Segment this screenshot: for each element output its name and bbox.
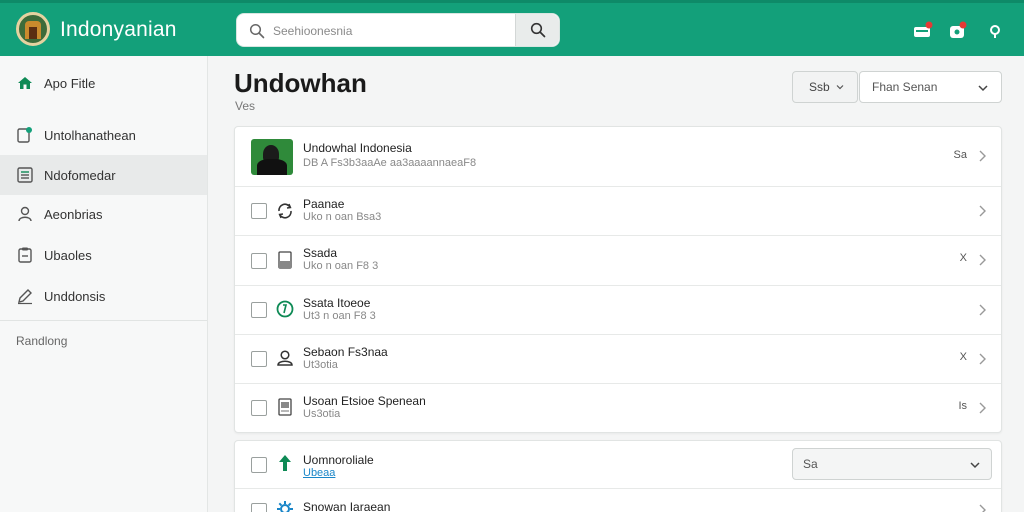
sidebar-item-edit[interactable]: Unddonsis [0, 276, 207, 316]
row-meta: X [959, 252, 967, 264]
row-title: Paanae [303, 197, 345, 211]
row-checkbox[interactable] [251, 253, 267, 269]
list-item[interactable]: Uomnoroliale Ubeaa Sa [235, 441, 1001, 489]
row-subtitle: Ut3 n oan F8 3 [303, 310, 376, 322]
file-icon [278, 398, 292, 416]
settings-button[interactable] [984, 20, 1006, 42]
sidebar-item-label: Untolhanathean [44, 127, 136, 143]
sidebar: Apo Fitle Untolhanathean Ndofomedar Aeon… [0, 56, 208, 512]
row-title: Ssada [303, 246, 338, 260]
document-icon [278, 251, 292, 269]
filter-select[interactable]: Fhan Senan [859, 71, 1002, 103]
search-bar [236, 13, 560, 47]
row-title: Usoan Etsioe Spenean [303, 394, 426, 408]
document-edit-icon [17, 127, 32, 143]
chevron-right-icon[interactable] [977, 303, 987, 317]
sort-label: Ssb [809, 80, 830, 94]
chevron-down-icon [836, 85, 844, 90]
refresh-icon [278, 203, 292, 219]
user-icon [18, 206, 32, 222]
page-title: Undowhan [234, 68, 367, 98]
sidebar-divider [0, 320, 207, 321]
page-subtitle: Ves [235, 99, 256, 113]
sidebar-item-documents[interactable]: Untolhanathean [0, 115, 207, 155]
row-title: Undowhal Indonesia [303, 141, 412, 155]
row-subtitle: Uko n oan Bsa3 [303, 211, 382, 223]
app-logo[interactable] [16, 12, 50, 46]
notifications-button[interactable] [912, 20, 934, 42]
chevron-right-icon[interactable] [977, 204, 987, 218]
row-subtitle: Uko n oan F8 3 [303, 260, 379, 272]
list-card: Undowhal Indonesia DB A Fs3b3aaAe aa3aaa… [234, 126, 1002, 433]
sidebar-item-users[interactable]: Aeonbrias [0, 194, 207, 234]
arrow-up-icon [279, 455, 291, 471]
top-bar: Indonyanian [0, 0, 1024, 56]
row-meta: Is [958, 400, 967, 412]
apps-button[interactable] [947, 20, 969, 42]
list-item[interactable]: Sebaon Fs3naa Ut3otia X [235, 335, 1001, 384]
row-meta: X [959, 351, 967, 363]
list-card-secondary: Uomnoroliale Ubeaa Sa Snowan Iaraean [234, 440, 1002, 512]
box-icon [950, 21, 967, 38]
row-checkbox[interactable] [251, 400, 267, 416]
chevron-right-icon[interactable] [977, 352, 987, 366]
inbox-icon [914, 21, 933, 37]
sort-dropdown[interactable]: Ssb [792, 71, 858, 103]
row-checkbox[interactable] [251, 457, 267, 473]
row-title: Sebaon Fs3naa [303, 345, 388, 359]
chevron-right-icon[interactable] [977, 253, 987, 267]
row-title: Uomnoroliale [303, 453, 374, 467]
gear-icon [277, 501, 293, 512]
row-checkbox[interactable] [251, 503, 267, 512]
list-item[interactable]: Ssada Uko n oan F8 3 X [235, 236, 1001, 286]
sidebar-item-label: Ndofomedar [44, 167, 116, 183]
sidebar-item-label: Ubaoles [44, 247, 92, 263]
list-icon [17, 167, 33, 183]
row-title: Snowan Iaraean [303, 500, 391, 512]
list-item-featured[interactable]: Undowhal Indonesia DB A Fs3b3aaAe aa3aaa… [235, 127, 1001, 187]
list-item[interactable]: Usoan Etsioe Spenean Us3otia Is [235, 384, 1001, 433]
search-input[interactable] [273, 20, 509, 42]
row-title: Ssata Itoeoe [303, 296, 371, 310]
sidebar-item-clipboard[interactable]: Ubaoles [0, 235, 207, 275]
row-subtitle: Ut3otia [303, 359, 338, 371]
person-icon [277, 350, 293, 366]
sidebar-item-list[interactable]: Ndofomedar [0, 155, 207, 195]
chevron-down-icon [978, 85, 988, 92]
row-subtitle: DB A Fs3b3aaAe aa3aaaannaeaF8 [303, 157, 477, 169]
chevron-right-icon[interactable] [977, 149, 987, 163]
ring-icon [990, 25, 1000, 38]
sidebar-item-label: Aeonbrias [44, 206, 103, 222]
chevron-right-icon[interactable] [977, 401, 987, 415]
row-select-label: Sa [803, 457, 818, 471]
sidebar-item-label: Apo Fitle [44, 75, 96, 91]
search-icon [530, 22, 545, 38]
row-select[interactable]: Sa [792, 448, 992, 480]
list-item[interactable]: Snowan Iaraean [235, 489, 1001, 512]
clock-icon [276, 300, 294, 318]
sidebar-section-label: Randlong [16, 334, 68, 348]
sidebar-item-label: Unddonsis [44, 288, 106, 304]
chevron-right-icon[interactable] [977, 503, 987, 512]
row-checkbox[interactable] [251, 302, 267, 318]
search-icon [249, 23, 265, 39]
sidebar-item-home[interactable]: Apo Fitle [0, 63, 207, 103]
row-checkbox[interactable] [251, 203, 267, 219]
list-item[interactable]: Paanae Uko n oan Bsa3 [235, 187, 1001, 236]
list-item[interactable]: Ssata Itoeoe Ut3 n oan F8 3 [235, 286, 1001, 335]
filter-label: Fhan Senan [872, 80, 938, 94]
row-subtitle: Us3otia [303, 408, 341, 420]
chevron-down-icon [970, 462, 980, 469]
clipboard-icon [18, 247, 32, 263]
search-button[interactable] [515, 14, 559, 46]
row-checkbox[interactable] [251, 351, 267, 367]
edit-icon [18, 289, 32, 305]
home-icon [18, 77, 32, 89]
row-meta: Sa [953, 149, 967, 161]
app-title: Indonyanian [60, 18, 177, 41]
thumbnail-image [251, 139, 293, 175]
row-link[interactable]: Ubeaa [303, 467, 335, 479]
